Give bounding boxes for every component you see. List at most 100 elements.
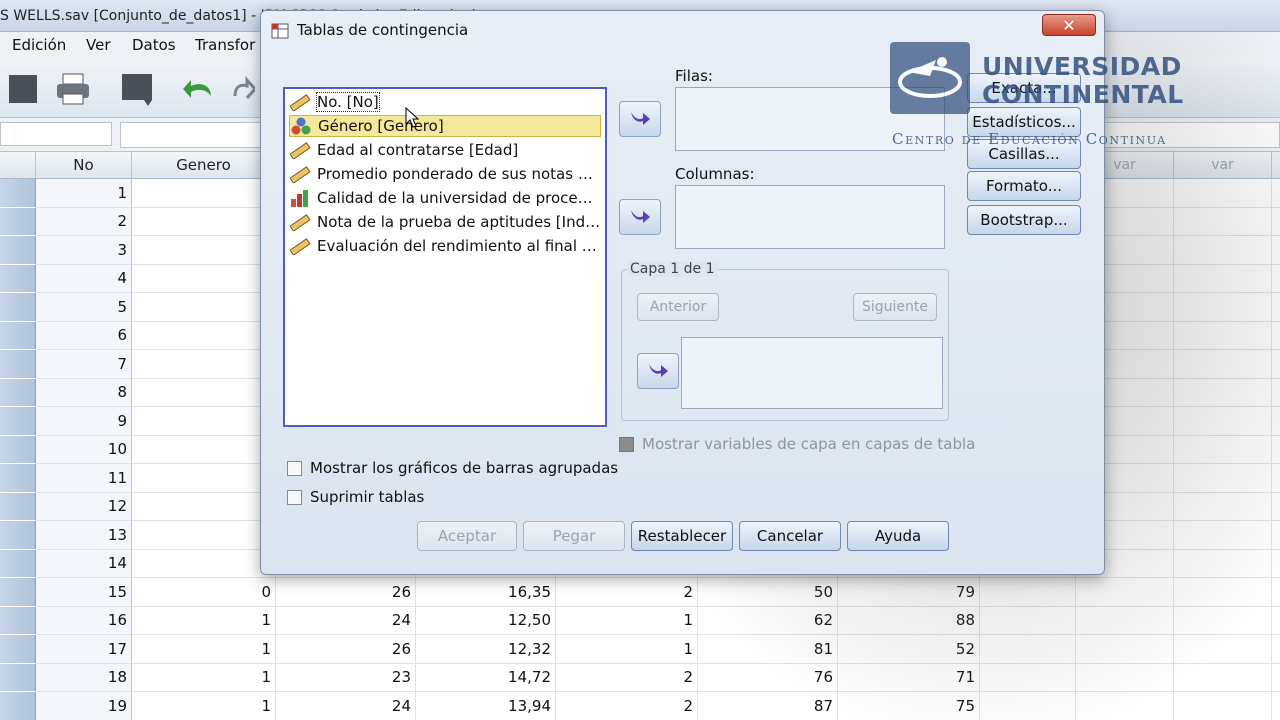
table-row[interactable]: 18 1 23 14,72 2 76 71 — [0, 663, 1280, 692]
table-cell[interactable] — [1272, 265, 1280, 293]
layer-target-list[interactable] — [681, 337, 943, 409]
table-cell[interactable] — [1174, 549, 1272, 578]
table-cell[interactable] — [132, 207, 276, 236]
table-cell[interactable] — [132, 435, 276, 464]
table-cell[interactable]: 13,94 — [416, 692, 556, 720]
table-cell[interactable] — [1272, 521, 1280, 550]
row-number-cell[interactable]: 16 — [36, 606, 132, 635]
columns-target-list[interactable] — [675, 185, 945, 249]
variable-item[interactable]: Calidad de la universidad de procede... — [289, 187, 601, 209]
row-selector[interactable] — [0, 350, 36, 379]
reset-button[interactable]: Restablecer — [631, 521, 733, 551]
clustered-bar-charts-checkbox[interactable] — [287, 460, 302, 476]
table-cell[interactable]: 1 — [132, 663, 276, 692]
ok-button[interactable]: Aceptar — [417, 521, 517, 551]
corner-header[interactable] — [0, 152, 36, 179]
table-cell[interactable] — [1272, 635, 1280, 664]
row-number-cell[interactable]: 2 — [36, 207, 132, 236]
move-to-rows-button[interactable] — [619, 101, 661, 137]
column-header-genero[interactable]: Genero — [132, 152, 276, 179]
table-cell[interactable]: 0 — [132, 578, 276, 607]
row-number-cell[interactable]: 11 — [36, 464, 132, 493]
source-variable-list[interactable]: No. [No] Género [Genero] Edad al contrat… — [283, 87, 607, 427]
table-cell[interactable] — [1272, 692, 1280, 720]
table-cell[interactable] — [1272, 493, 1280, 521]
table-cell[interactable]: 1 — [556, 635, 698, 664]
row-selector[interactable] — [0, 236, 36, 265]
suppress-tables-checkbox[interactable] — [287, 489, 302, 505]
row-number-cell[interactable]: 3 — [36, 236, 132, 265]
table-cell[interactable] — [1174, 179, 1272, 208]
table-cell[interactable] — [980, 635, 1076, 664]
table-cell[interactable] — [132, 321, 276, 350]
row-number-cell[interactable]: 4 — [36, 264, 132, 293]
table-cell[interactable]: 76 — [698, 663, 838, 692]
table-cell[interactable] — [1272, 208, 1280, 236]
table-cell[interactable]: 23 — [276, 663, 416, 692]
table-cell[interactable] — [132, 521, 276, 550]
table-cell[interactable] — [1272, 293, 1280, 322]
table-cell[interactable]: 26 — [276, 578, 416, 607]
print-icon[interactable] — [54, 70, 92, 108]
row-number-cell[interactable]: 7 — [36, 350, 132, 379]
variable-item[interactable]: Género [Genero] — [289, 115, 601, 137]
table-cell[interactable]: 12,32 — [416, 635, 556, 664]
suppress-tables-option[interactable]: Suprimir tablas — [287, 488, 424, 506]
row-number-cell[interactable]: 10 — [36, 435, 132, 464]
table-cell[interactable]: 62 — [698, 606, 838, 635]
row-number-cell[interactable]: 6 — [36, 321, 132, 350]
table-cell[interactable]: 79 — [838, 578, 980, 607]
table-cell[interactable] — [980, 606, 1076, 635]
table-cell[interactable]: 24 — [276, 692, 416, 720]
table-cell[interactable] — [1272, 179, 1280, 208]
table-cell[interactable] — [132, 378, 276, 407]
row-number-cell[interactable]: 14 — [36, 549, 132, 578]
table-cell[interactable]: 24 — [276, 606, 416, 635]
row-selector[interactable] — [0, 635, 36, 664]
table-cell[interactable] — [1174, 663, 1272, 692]
table-cell[interactable]: 52 — [838, 635, 980, 664]
table-cell[interactable] — [1174, 521, 1272, 550]
variable-item[interactable]: Nota de la prueba de aptitudes [Indice..… — [289, 211, 601, 233]
format-button[interactable]: Formato... — [967, 171, 1081, 201]
move-to-columns-button[interactable] — [619, 199, 661, 235]
table-cell[interactable] — [132, 350, 276, 379]
table-cell[interactable] — [132, 236, 276, 265]
redo-icon[interactable] — [230, 70, 256, 108]
table-cell[interactable] — [1174, 464, 1272, 493]
table-cell[interactable]: 26 — [276, 635, 416, 664]
table-cell[interactable] — [1076, 635, 1174, 664]
row-number-cell[interactable]: 9 — [36, 407, 132, 436]
table-cell[interactable] — [1174, 407, 1272, 436]
table-cell[interactable]: 81 — [698, 635, 838, 664]
close-button[interactable]: ✕ — [1042, 14, 1096, 36]
row-number-cell[interactable]: 8 — [36, 378, 132, 407]
variable-item[interactable]: Promedio ponderado de sus notas un... — [289, 163, 601, 185]
show-layer-variables-checkbox[interactable] — [619, 436, 634, 452]
row-selector[interactable] — [0, 378, 36, 407]
variable-item[interactable]: No. [No] — [289, 91, 601, 113]
row-selector[interactable] — [0, 549, 36, 578]
row-selector[interactable] — [0, 264, 36, 293]
row-selector[interactable] — [0, 606, 36, 635]
table-cell[interactable] — [1174, 293, 1272, 322]
row-selector[interactable] — [0, 179, 36, 208]
column-header-var[interactable]: var — [1174, 152, 1272, 179]
table-cell[interactable] — [1174, 578, 1272, 607]
table-cell[interactable]: 1 — [132, 606, 276, 635]
row-selector[interactable] — [0, 464, 36, 493]
table-cell[interactable] — [1174, 321, 1272, 350]
table-cell[interactable] — [1174, 236, 1272, 265]
table-cell[interactable] — [1174, 492, 1272, 521]
row-selector[interactable] — [0, 207, 36, 236]
table-cell[interactable] — [1272, 350, 1280, 379]
table-cell[interactable]: 2 — [556, 692, 698, 720]
row-selector[interactable] — [0, 435, 36, 464]
table-cell[interactable] — [980, 663, 1076, 692]
table-cell[interactable] — [1174, 606, 1272, 635]
table-cell[interactable] — [1076, 692, 1174, 720]
table-cell[interactable]: 50 — [698, 578, 838, 607]
table-cell[interactable]: 88 — [838, 606, 980, 635]
undo-icon[interactable] — [180, 70, 218, 108]
table-cell[interactable] — [1076, 606, 1174, 635]
